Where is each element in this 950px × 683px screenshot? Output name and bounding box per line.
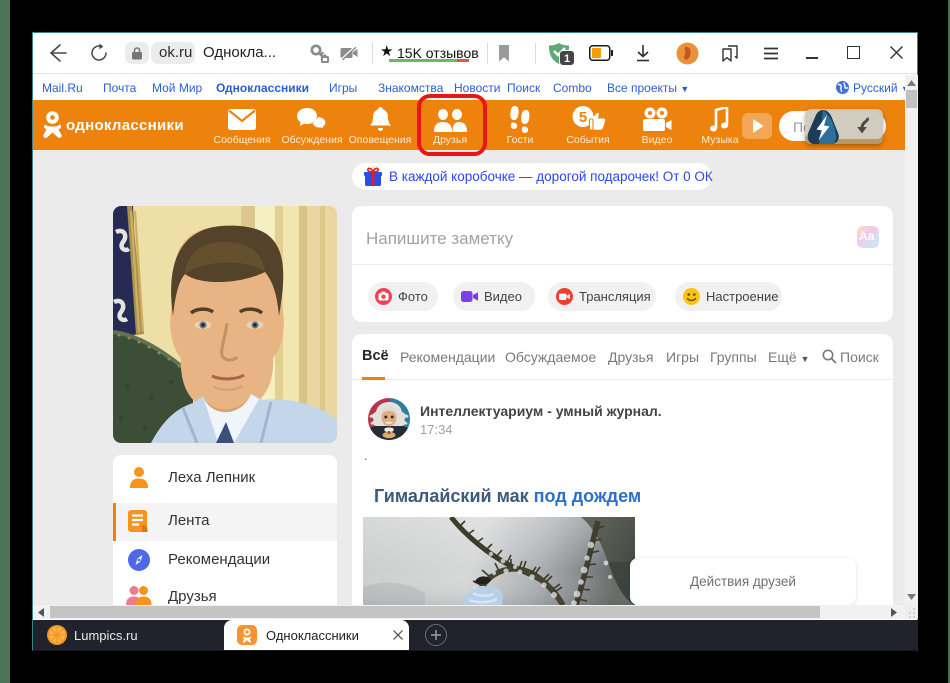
svg-text:5: 5 — [579, 109, 587, 126]
svg-text:1: 1 — [564, 53, 570, 65]
